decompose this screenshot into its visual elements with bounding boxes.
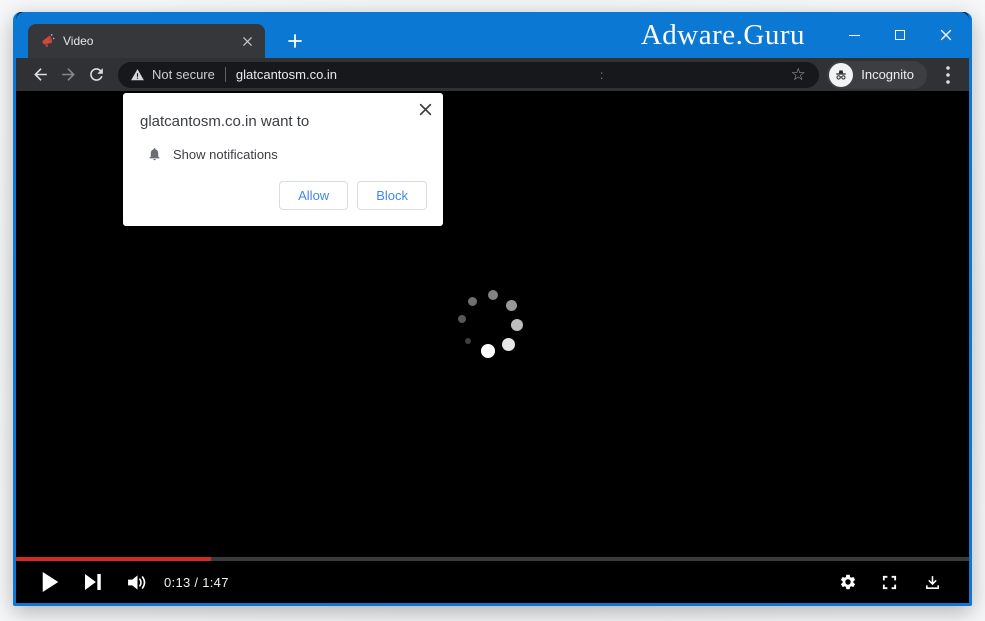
window-close-button[interactable] — [923, 12, 969, 58]
incognito-icon — [829, 63, 853, 87]
video-surface[interactable]: glatcantosm.co.in want to Show notificat… — [16, 91, 969, 603]
window-title: Adware.Guru — [641, 12, 805, 58]
plus-icon — [288, 34, 302, 48]
settings-button[interactable] — [839, 573, 857, 591]
spinner-dot — [481, 344, 495, 358]
star-icon: ☆ — [791, 66, 806, 83]
reload-icon — [87, 65, 106, 84]
spinner-dot — [511, 319, 523, 331]
spinner-dot — [502, 338, 515, 351]
spinner-dot — [465, 338, 471, 344]
spinner-dot — [506, 300, 517, 311]
url-text: glatcantosm.co.in — [236, 67, 337, 82]
security-status-label: Not secure — [152, 67, 215, 82]
next-icon — [85, 574, 101, 590]
video-player-controls: 0:13 / 1:47 — [16, 557, 969, 603]
reload-button[interactable] — [82, 61, 110, 89]
dialog-close-button[interactable] — [416, 100, 434, 118]
fullscreen-button[interactable] — [881, 574, 898, 591]
browser-toolbar: Not secure glatcantosm.co.in : ☆ Incogni… — [16, 58, 969, 91]
spinner-dot — [458, 315, 466, 323]
maximize-button[interactable] — [877, 12, 923, 58]
allow-button[interactable]: Allow — [279, 181, 348, 210]
progress-bar[interactable] — [16, 557, 969, 561]
notification-permission-dialog: glatcantosm.co.in want to Show notificat… — [123, 93, 443, 226]
forward-icon — [59, 65, 78, 84]
incognito-label: Incognito — [861, 67, 914, 82]
maximize-icon — [895, 30, 905, 40]
play-button[interactable] — [42, 572, 59, 592]
tab-video[interactable]: Video — [28, 24, 265, 58]
dialog-title: glatcantosm.co.in want to — [140, 113, 427, 130]
titlebar: Video Adware.Guru — [16, 12, 969, 58]
window-controls — [831, 12, 969, 58]
back-icon — [31, 65, 50, 84]
tab-close-icon[interactable] — [239, 33, 255, 49]
minimize-button[interactable] — [831, 12, 877, 58]
browser-menu-button[interactable] — [935, 62, 961, 88]
fullscreen-icon — [881, 574, 898, 591]
permission-label: Show notifications — [173, 147, 278, 162]
minimize-icon — [849, 35, 860, 36]
incognito-badge: Incognito — [827, 61, 927, 89]
new-tab-button[interactable] — [281, 27, 309, 55]
back-button[interactable] — [26, 61, 54, 89]
omnibox-stray-colon: : — [600, 68, 603, 82]
close-icon — [419, 103, 432, 116]
volume-button[interactable] — [127, 574, 148, 591]
block-button[interactable]: Block — [357, 181, 427, 210]
bell-icon — [147, 146, 162, 162]
volume-icon — [127, 574, 148, 591]
megaphone-favicon-icon — [40, 33, 56, 49]
spinner-dot — [488, 290, 498, 300]
time-display: 0:13 / 1:47 — [164, 575, 229, 590]
warning-icon — [130, 68, 145, 82]
next-button[interactable] — [85, 574, 101, 590]
tab-title: Video — [63, 34, 232, 48]
forward-button[interactable] — [54, 61, 82, 89]
play-icon — [42, 572, 59, 592]
address-bar[interactable]: Not secure glatcantosm.co.in : ☆ — [118, 62, 819, 88]
progress-fill — [16, 557, 211, 561]
browser-window: Video Adware.Guru — [13, 12, 972, 606]
download-button[interactable] — [924, 574, 941, 591]
download-icon — [924, 574, 941, 591]
close-icon — [940, 29, 952, 41]
menu-dots-icon — [946, 66, 950, 84]
spinner-dot — [468, 297, 477, 306]
bookmark-star-button[interactable]: ☆ — [787, 64, 809, 86]
settings-gear-icon — [839, 573, 857, 591]
omnibox-divider — [225, 67, 226, 82]
